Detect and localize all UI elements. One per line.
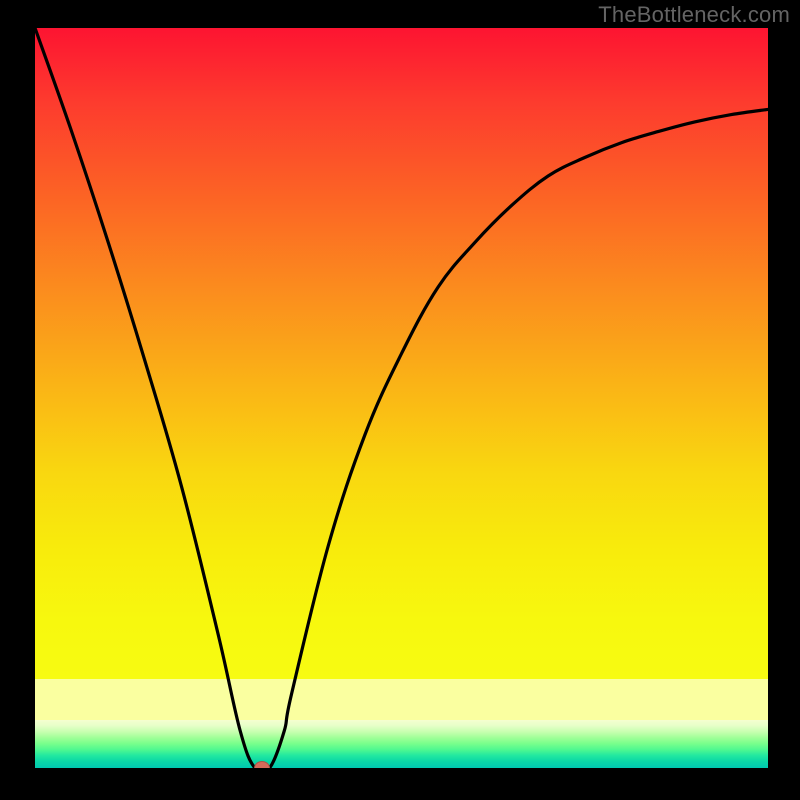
curve-layer: [35, 28, 768, 768]
minimum-marker: [254, 761, 270, 768]
chart-frame: TheBottleneck.com: [0, 0, 800, 800]
bottleneck-curve: [35, 28, 768, 768]
watermark-text: TheBottleneck.com: [598, 2, 790, 28]
plot-area: [35, 28, 768, 768]
